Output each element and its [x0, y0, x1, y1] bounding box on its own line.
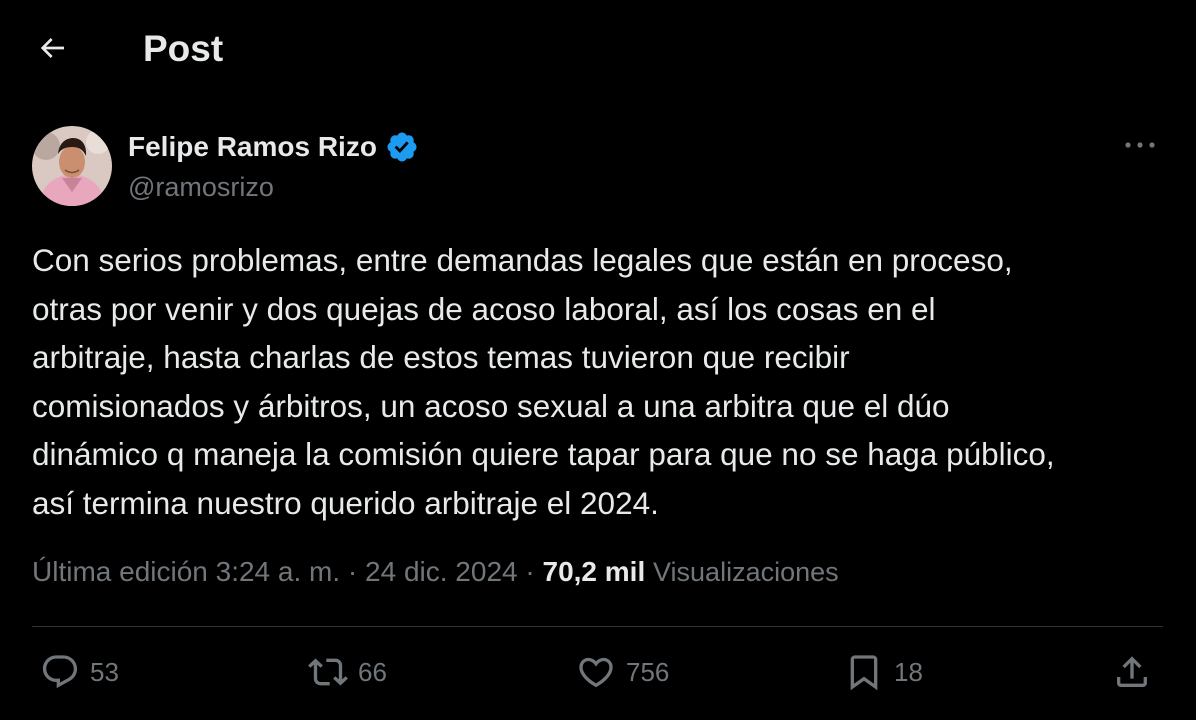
- meta-separator: ·: [525, 556, 535, 587]
- tweet-text-line: otras por venir y dos quejas de acoso la…: [32, 290, 936, 327]
- back-button[interactable]: [30, 30, 74, 70]
- views-label: Visualizaciones: [653, 557, 839, 587]
- bookmark-count: 18: [894, 656, 923, 687]
- views-count: 70,2 mil: [542, 556, 646, 587]
- divider: [32, 626, 1163, 627]
- tweet-text-line: dinámico q maneja la comisión quiere tap…: [32, 436, 1055, 472]
- display-name-text: Felipe Ramos Rizo: [128, 131, 377, 162]
- repost-icon: [308, 652, 348, 692]
- tweet-meta: Última edición 3:24 a. m. · 24 dic. 2024…: [32, 556, 839, 588]
- tweet-text: Con serios problemas, entre demandas leg…: [32, 236, 1172, 527]
- tweet-text-line: arbitraje, hasta charlas de estos temas …: [32, 339, 850, 375]
- verified-badge-icon[interactable]: [385, 130, 419, 164]
- like-count: 756: [626, 656, 670, 687]
- tweet-text-line: Con serios problemas, entre demandas leg…: [32, 242, 1013, 278]
- more-horizontal-icon: [1124, 137, 1156, 155]
- tweet-text-line: así termina nuestro querido arbitraje el…: [32, 484, 659, 521]
- bookmark-icon: [844, 652, 884, 692]
- heart-icon: [576, 652, 616, 692]
- repost-button[interactable]: 66: [308, 652, 387, 692]
- like-button[interactable]: 756: [576, 652, 669, 692]
- more-options-button[interactable]: [1120, 134, 1160, 158]
- post-date-link[interactable]: 24 dic. 2024: [365, 556, 518, 587]
- reply-icon: [40, 652, 80, 692]
- share-button[interactable]: [1112, 652, 1152, 692]
- avatar[interactable]: [32, 126, 112, 206]
- top-bar: Post: [0, 0, 1196, 100]
- author-row: Felipe Ramos Rizo @ramosrizo: [32, 126, 1164, 208]
- repost-count: 66: [358, 656, 387, 687]
- user-handle[interactable]: @ramosrizo: [128, 172, 274, 203]
- reply-button[interactable]: 53: [40, 652, 119, 692]
- action-bar: 53 66 756 18: [0, 640, 1196, 710]
- reply-count: 53: [90, 656, 119, 687]
- bookmark-button[interactable]: 18: [844, 652, 923, 692]
- edited-time-link[interactable]: Última edición 3:24 a. m.: [32, 556, 340, 587]
- page-title: Post: [143, 28, 224, 69]
- tweet-text-line: comisionados y árbitros, un acoso sexual…: [32, 387, 950, 424]
- share-icon: [1112, 652, 1152, 692]
- display-name[interactable]: Felipe Ramos Rizo: [128, 130, 419, 164]
- arrow-left-icon: [36, 32, 68, 69]
- meta-separator: ·: [347, 556, 358, 587]
